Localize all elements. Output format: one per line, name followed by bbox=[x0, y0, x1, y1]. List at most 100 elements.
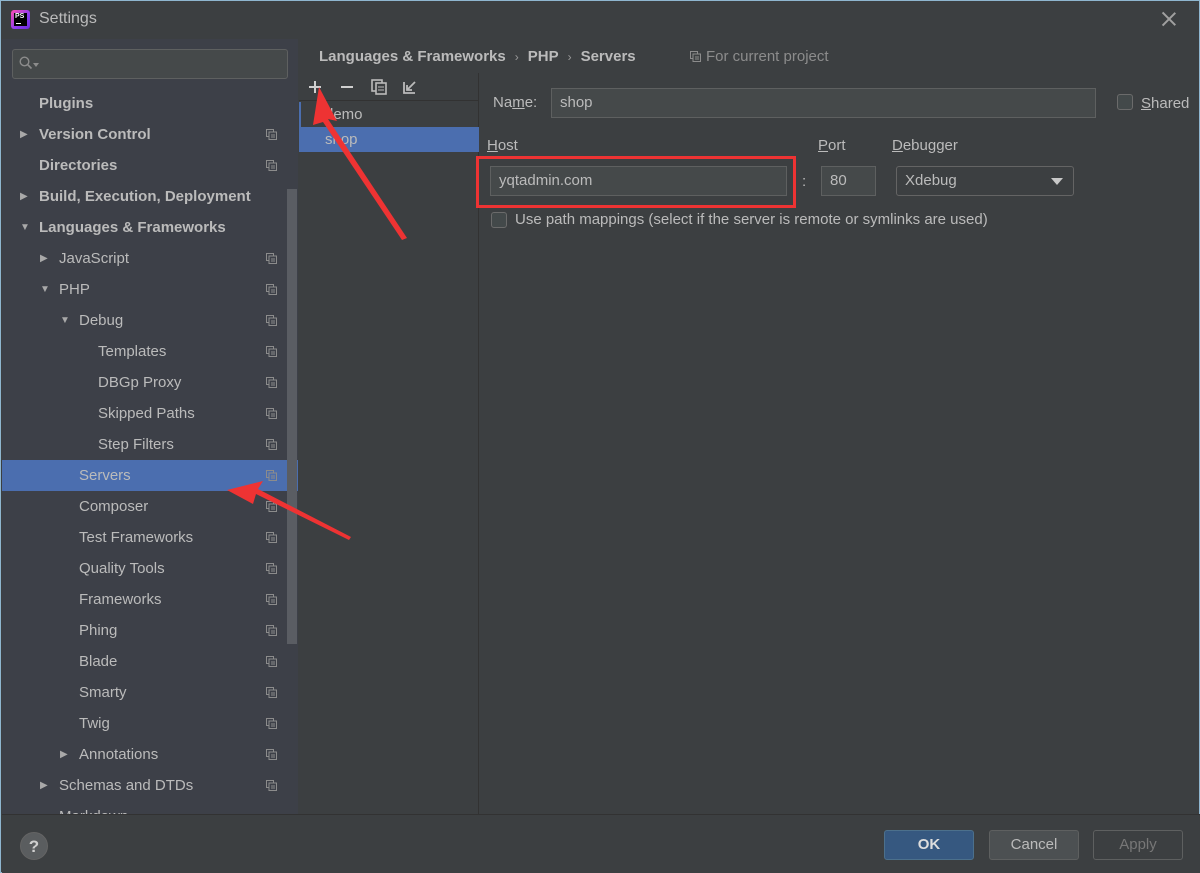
sidebar-item-build-execution-deployment[interactable]: ▶ Build, Execution, Deployment bbox=[2, 181, 298, 212]
sidebar-item-markdown[interactable]: Markdown bbox=[2, 801, 298, 814]
path-mappings-label[interactable]: Use path mappings (select if the server … bbox=[515, 211, 988, 228]
logo-text: PS bbox=[15, 13, 25, 20]
collapsed-arrow-icon[interactable]: ▶ bbox=[20, 119, 30, 150]
collapsed-arrow-icon[interactable]: ▶ bbox=[60, 739, 70, 770]
sidebar-item-phing[interactable]: Phing bbox=[2, 615, 298, 646]
settings-tree: Plugins ▶ Version Control Directories ▶ Build… bbox=[2, 88, 298, 814]
port-label-part: ort bbox=[828, 137, 846, 154]
sidebar-item-annotations[interactable]: ▶ Annotations bbox=[2, 739, 298, 770]
project-scope-icon bbox=[266, 625, 277, 636]
copy-server-button[interactable] bbox=[369, 77, 391, 97]
port-input[interactable]: 80 bbox=[821, 166, 876, 196]
sidebar-item-test-frameworks[interactable]: Test Frameworks bbox=[2, 522, 298, 553]
sidebar-item-dbgp-proxy[interactable]: DBGp Proxy bbox=[2, 367, 298, 398]
project-scope-icon bbox=[266, 501, 277, 512]
servers-panel: demo shop bbox=[299, 73, 479, 814]
phpstorm-logo-icon: PS bbox=[11, 10, 30, 29]
sidebar-item-servers[interactable]: Servers bbox=[2, 460, 298, 491]
debugger-select[interactable]: Xdebug bbox=[896, 166, 1074, 196]
server-item-demo[interactable]: demo bbox=[299, 102, 479, 127]
add-icon bbox=[309, 81, 321, 93]
import-server-button[interactable] bbox=[400, 77, 422, 97]
sidebar-item-twig[interactable]: Twig bbox=[2, 708, 298, 739]
collapsed-arrow-icon[interactable]: ▶ bbox=[40, 243, 50, 274]
sidebar-item-label: Quality Tools bbox=[79, 560, 165, 577]
ok-button[interactable]: OK bbox=[884, 830, 974, 860]
search-input[interactable] bbox=[12, 49, 288, 79]
sidebar-item-label: Skipped Paths bbox=[98, 405, 195, 422]
collapsed-arrow-icon[interactable]: ▶ bbox=[20, 181, 30, 212]
debugger-selected-value: Xdebug bbox=[905, 172, 957, 189]
server-form: Name: shop Shared Host yqtadmin.com : Po… bbox=[481, 73, 1200, 814]
sidebar-item-debug[interactable]: ▼ Debug bbox=[2, 305, 298, 336]
project-scope-icon bbox=[266, 780, 277, 791]
sidebar-item-quality-tools[interactable]: Quality Tools bbox=[2, 553, 298, 584]
chevron-down-icon bbox=[1051, 178, 1063, 185]
sidebar-item-blade[interactable]: Blade bbox=[2, 646, 298, 677]
cancel-button[interactable]: Cancel bbox=[989, 830, 1079, 860]
sidebar-item-frameworks[interactable]: Frameworks bbox=[2, 584, 298, 615]
sidebar-item-step-filters[interactable]: Step Filters bbox=[2, 429, 298, 460]
sidebar-item-schemas-and-dtds[interactable]: ▶ Schemas and DTDs bbox=[2, 770, 298, 801]
close-icon[interactable] bbox=[1159, 9, 1179, 29]
expanded-arrow-icon[interactable]: ▼ bbox=[60, 305, 70, 336]
sidebar-item-label: Schemas and DTDs bbox=[59, 777, 194, 794]
host-label-part: ost bbox=[497, 137, 518, 154]
sidebar-item-label: JavaScript bbox=[59, 250, 130, 267]
project-scope-icon bbox=[266, 563, 277, 574]
sidebar-item-directories[interactable]: Directories bbox=[2, 150, 298, 181]
sidebar-item-label: Languages & Frameworks bbox=[39, 219, 226, 236]
sidebar-item-label: Templates bbox=[98, 343, 167, 360]
shared-label[interactable]: Shared bbox=[1141, 95, 1189, 112]
sidebar-item-languages-frameworks[interactable]: ▼ Languages & Frameworks bbox=[2, 212, 298, 243]
sidebar-item-label: Markdown bbox=[59, 801, 128, 814]
server-item-shop[interactable]: shop bbox=[299, 127, 479, 152]
sidebar-item-javascript[interactable]: ▶ JavaScript bbox=[2, 243, 298, 274]
expanded-arrow-icon[interactable]: ▼ bbox=[40, 274, 50, 305]
host-input[interactable]: yqtadmin.com bbox=[490, 166, 787, 196]
sidebar-item-templates[interactable]: Templates bbox=[2, 336, 298, 367]
sidebar-item-smarty[interactable]: Smarty bbox=[2, 677, 298, 708]
sidebar-item-label: Build, Execution, Deployment bbox=[39, 188, 251, 205]
sidebar-scrollbar[interactable] bbox=[287, 189, 297, 644]
server-list: demo shop bbox=[299, 102, 479, 152]
project-scope-icon bbox=[690, 51, 701, 62]
sidebar-item-label: Step Filters bbox=[98, 436, 174, 453]
collapsed-arrow-icon[interactable]: ▶ bbox=[40, 770, 50, 801]
remove-icon bbox=[341, 86, 353, 88]
sidebar-item-label: Version Control bbox=[39, 126, 151, 143]
add-server-button[interactable] bbox=[305, 77, 327, 97]
project-scope-icon bbox=[266, 253, 277, 264]
project-scope-icon bbox=[266, 439, 277, 450]
sidebar-item-skipped-paths[interactable]: Skipped Paths bbox=[2, 398, 298, 429]
project-scope-icon bbox=[266, 532, 277, 543]
sidebar-item-plugins[interactable]: Plugins bbox=[2, 88, 298, 119]
project-scope-icon bbox=[266, 129, 277, 140]
path-mappings-checkbox[interactable] bbox=[491, 212, 507, 228]
sidebar-item-version-control[interactable]: ▶ Version Control bbox=[2, 119, 298, 150]
sidebar-item-label: Composer bbox=[79, 498, 149, 515]
help-button[interactable]: ? bbox=[20, 832, 48, 860]
expanded-arrow-icon[interactable]: ▼ bbox=[20, 212, 30, 243]
sidebar-item-label: PHP bbox=[59, 281, 90, 298]
name-label-mnemonic: m bbox=[512, 94, 525, 111]
breadcrumb-php: PHP bbox=[527, 48, 559, 65]
sidebar-item-label: Test Frameworks bbox=[79, 529, 194, 546]
sidebar-item-composer[interactable]: Composer bbox=[2, 491, 298, 522]
remove-server-button[interactable] bbox=[337, 77, 359, 97]
name-input[interactable]: shop bbox=[551, 88, 1096, 118]
port-label-mnemonic: P bbox=[818, 137, 829, 154]
sidebar-item-php[interactable]: ▼ PHP bbox=[2, 274, 298, 305]
breadcrumb-servers: Servers bbox=[580, 48, 636, 65]
apply-button[interactable]: Apply bbox=[1093, 830, 1183, 860]
dialog-footer: ? OK Cancel Apply bbox=[2, 814, 1200, 873]
copy-icon bbox=[371, 79, 387, 95]
import-icon bbox=[403, 81, 416, 94]
scope-label: For current project bbox=[706, 48, 829, 65]
shared-checkbox[interactable] bbox=[1117, 94, 1133, 110]
sidebar-item-label: Directories bbox=[39, 157, 118, 174]
project-scope-icon bbox=[266, 160, 277, 171]
debugger-label: Debugger bbox=[892, 137, 958, 154]
breadcrumb-languages: Languages & Frameworks bbox=[319, 48, 506, 65]
project-scope-icon bbox=[266, 656, 277, 667]
